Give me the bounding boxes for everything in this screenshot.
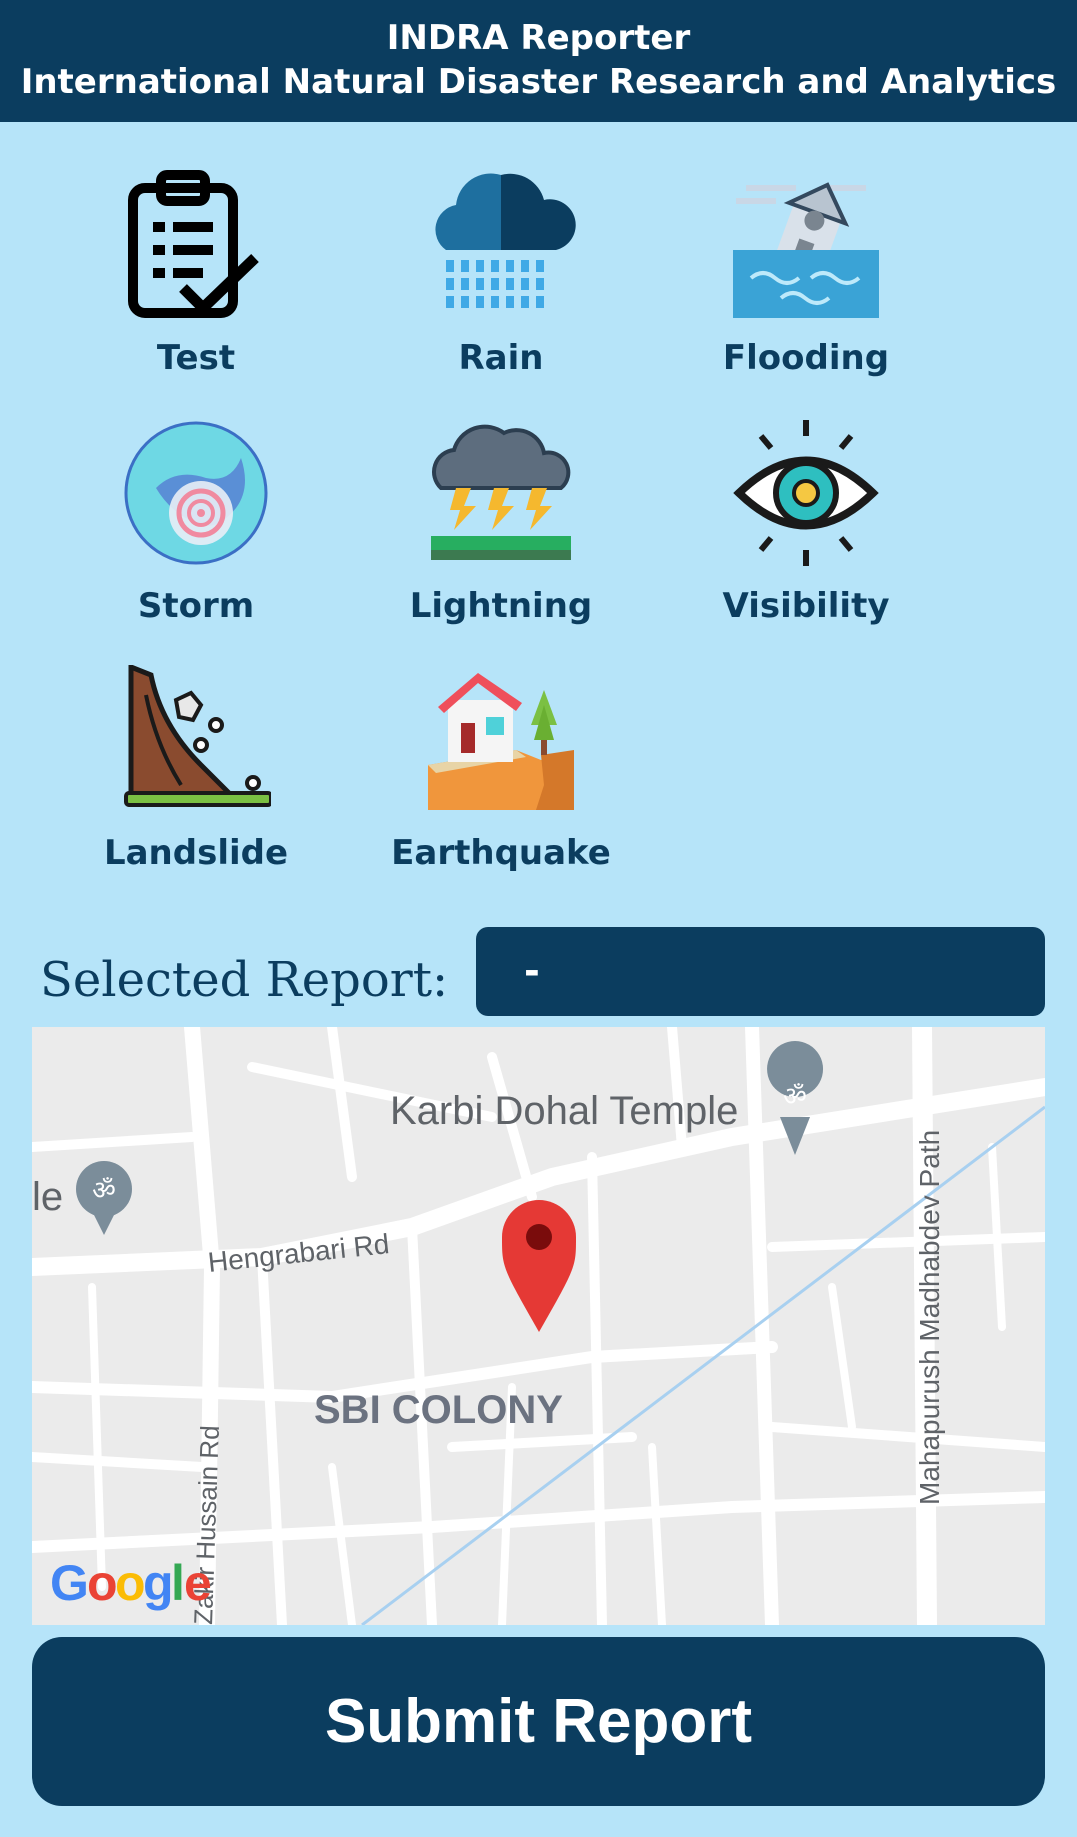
svg-text:G: G [50,1555,89,1611]
cyclone-globe-icon [124,421,268,565]
map-label-temple-left: le [32,1175,63,1219]
submit-report-button[interactable]: Submit Report [32,1637,1045,1806]
report-label: Test [156,338,236,378]
landslide-icon [124,665,271,807]
selected-report-label: Selected Report: [40,952,449,1008]
svg-text:ॐ: ॐ [783,1082,807,1112]
report-option-storm[interactable]: Storm [66,418,326,648]
report-option-visibility[interactable]: Visibility [676,418,936,648]
earthquake-house-icon [428,673,574,810]
app-title: INDRA Reporter [386,18,691,58]
report-label: Landslide [103,833,289,873]
svg-text:l: l [171,1555,185,1611]
svg-text:o: o [115,1555,146,1611]
clipboard-check-icon [128,170,259,318]
map-streets: ॐ ॐ Karbi Dohal Temple le Hengrabari Rd … [32,1027,1045,1625]
map-label-road: Mahapurush Madhabdev Path [914,1130,945,1505]
rain-cloud-icon [435,173,576,308]
map-label-area: SBI COLONY [314,1388,563,1432]
report-label: Rain [458,338,544,378]
report-label: Lightning [409,586,593,626]
report-label: Storm [137,586,255,626]
report-option-rain[interactable]: Rain [371,170,631,400]
svg-text:g: g [143,1555,174,1611]
map-label-temple: Karbi Dohal Temple [390,1089,738,1133]
report-label: Visibility [722,586,890,626]
app-subtitle: International Natural Disaster Research … [20,62,1057,102]
svg-text:ॐ: ॐ [92,1176,116,1206]
flooded-house-icon [733,182,879,318]
thunderstorm-icon [431,424,571,560]
svg-text:o: o [87,1555,118,1611]
eye-icon [733,420,879,566]
map-label-road: Hengrabari Rd [206,1228,390,1278]
report-option-lightning[interactable]: Lightning [371,418,631,648]
report-label: Earthquake [391,833,611,873]
report-label: Flooding [722,338,890,378]
google-logo: G o o g l e [50,1555,212,1611]
selected-report-value: - [476,927,1045,1016]
report-option-flooding[interactable]: Flooding [676,170,936,400]
temple-marker-icon: ॐ [76,1161,132,1235]
location-pin-icon [502,1200,576,1332]
report-option-earthquake[interactable]: Earthquake [371,665,631,895]
report-option-test[interactable]: Test [66,170,326,400]
svg-text:e: e [184,1555,212,1611]
map-view[interactable]: ॐ ॐ Karbi Dohal Temple le Hengrabari Rd … [32,1027,1045,1625]
app-header: INDRA Reporter International Natural Dis… [0,0,1077,122]
report-option-landslide[interactable]: Landslide [66,665,326,895]
